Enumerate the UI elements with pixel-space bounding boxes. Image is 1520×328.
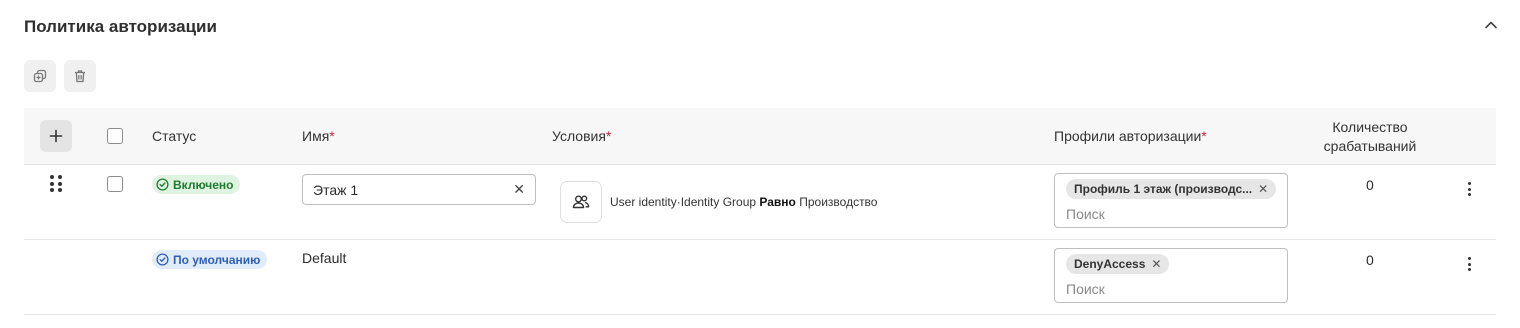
header-profiles[interactable]: Профили авторизации* <box>1054 128 1207 144</box>
rule-name-input[interactable]: Этаж 1 ✕ <box>302 174 536 205</box>
drag-handle-icon[interactable] <box>50 175 62 193</box>
table-header: Статус Имя* Условия* Профили авторизации… <box>24 108 1496 165</box>
profile-chip: Профиль 1 этаж (производс... ✕ <box>1066 179 1277 199</box>
condition-attribute: User identity·Identity Group <box>610 195 757 209</box>
duplicate-button[interactable] <box>24 60 56 92</box>
status-badge[interactable]: По умолчанию <box>152 250 268 269</box>
rule-name-text: Default <box>302 250 347 266</box>
profiles-select[interactable]: DenyAccess ✕ Поиск <box>1054 248 1288 303</box>
header-conditions-label: Условия <box>552 128 606 144</box>
close-icon[interactable]: ✕ <box>1258 182 1268 196</box>
header-hits[interactable]: Количество срабатываний <box>1295 118 1445 156</box>
required-mark: * <box>605 128 612 144</box>
more-vertical-icon[interactable] <box>1464 179 1474 199</box>
status-label: Включено <box>173 177 234 192</box>
status-badge[interactable]: Включено <box>152 175 241 194</box>
check-circle-icon <box>156 253 169 266</box>
more-vertical-icon[interactable] <box>1464 254 1474 274</box>
condition-button[interactable] <box>560 181 602 223</box>
add-rule-button[interactable] <box>40 120 72 152</box>
rule-name-value: Этаж 1 <box>313 181 359 198</box>
hit-count: 0 <box>1366 177 1374 193</box>
close-icon[interactable]: ✕ <box>513 181 525 198</box>
users-icon <box>572 195 590 209</box>
profile-chip-label: Профиль 1 этаж (производс... <box>1074 182 1253 196</box>
duplicate-icon <box>33 69 47 83</box>
hit-count: 0 <box>1366 252 1374 268</box>
row-checkbox[interactable] <box>107 176 123 192</box>
table-row[interactable]: По умолчанию Default DenyAccess ✕ Поиск … <box>24 240 1496 315</box>
header-hits-line1: Количество <box>1332 119 1408 135</box>
header-hits-line2: срабатываний <box>1323 138 1417 154</box>
header-conditions[interactable]: Условия* <box>552 128 611 144</box>
header-profiles-label: Профили авторизации <box>1054 128 1202 144</box>
close-icon[interactable]: ✕ <box>1151 257 1161 271</box>
table-row[interactable]: Включено Этаж 1 ✕ User identity·Identity… <box>24 165 1496 240</box>
header-name[interactable]: Имя* <box>302 128 335 144</box>
profile-chip: DenyAccess ✕ <box>1066 254 1170 274</box>
profiles-select[interactable]: Профиль 1 этаж (производс... ✕ Поиск <box>1054 173 1288 228</box>
profile-search-input[interactable]: Поиск <box>1066 206 1105 222</box>
select-all-checkbox[interactable] <box>107 128 123 144</box>
required-mark: * <box>329 128 335 144</box>
delete-button[interactable] <box>64 60 96 92</box>
condition-expression[interactable]: User identity·Identity Group Равно Произ… <box>610 195 877 209</box>
status-label: По умолчанию <box>173 252 261 267</box>
check-circle-icon <box>156 178 169 191</box>
trash-icon <box>75 70 85 83</box>
required-mark: * <box>1201 128 1207 144</box>
plus-icon <box>49 129 63 143</box>
header-status[interactable]: Статус <box>152 128 196 144</box>
section-title: Политика авторизации <box>24 17 217 36</box>
header-name-label: Имя <box>302 128 330 144</box>
authorization-policy-table: Статус Имя* Условия* Профили авторизации… <box>24 108 1496 315</box>
chevron-up-icon <box>1485 21 1497 29</box>
condition-value: Производство <box>799 195 878 209</box>
collapse-button[interactable] <box>1480 14 1502 36</box>
profile-search-input[interactable]: Поиск <box>1066 281 1105 297</box>
profile-chip-label: DenyAccess <box>1074 257 1146 271</box>
condition-operator: Равно <box>759 195 796 209</box>
